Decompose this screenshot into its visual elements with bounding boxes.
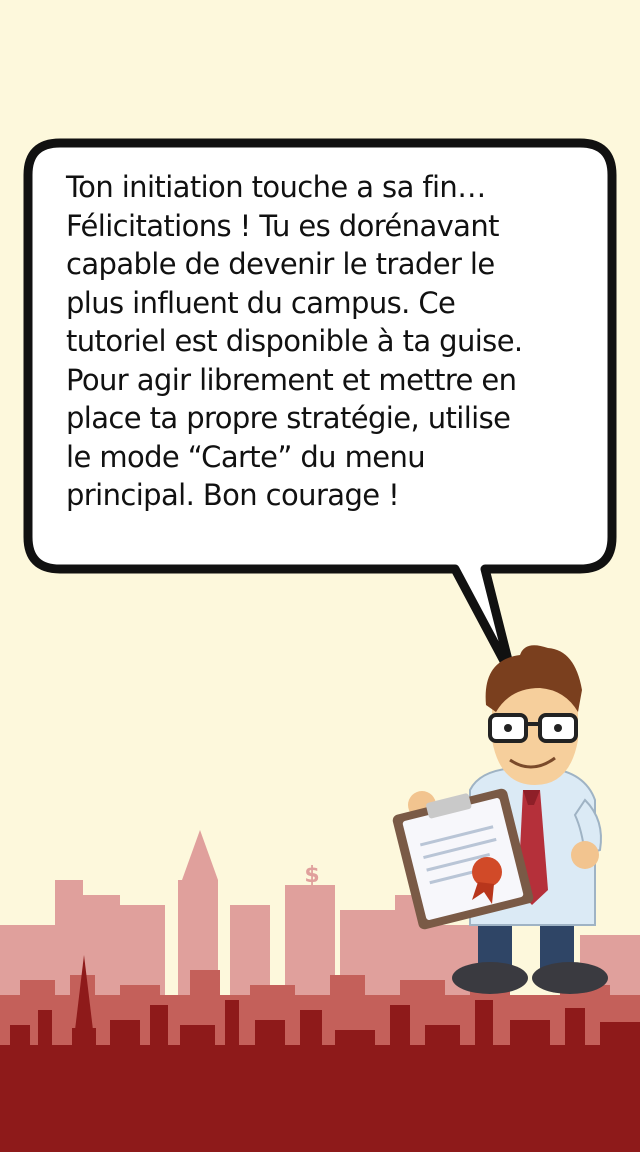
dialog-line: le mode “Carte” du menu <box>66 439 426 474</box>
dollar-sign-icon: $ <box>304 863 319 888</box>
dialog-line: place ta propre stratégie, utilise <box>66 401 511 435</box>
dialog-line: Félicitations ! Tu es dorénavant <box>66 208 500 243</box>
dialog-line: Pour agir librement et mettre en <box>66 362 517 397</box>
dialog-line: tutoriel est disponible à ta guise. <box>66 324 523 358</box>
dialog-line: capable de devenir le trader le <box>66 247 495 281</box>
dialog-text: Ton initiation touche a sa fin… Félicita… <box>66 168 596 515</box>
dialog-line: Ton initiation touche a sa fin… <box>66 170 486 204</box>
building-sign: $ <box>304 863 319 888</box>
dialog-line: principal. Bon courage ! <box>66 478 400 512</box>
dialog-line: plus influent du campus. Ce <box>66 285 456 320</box>
